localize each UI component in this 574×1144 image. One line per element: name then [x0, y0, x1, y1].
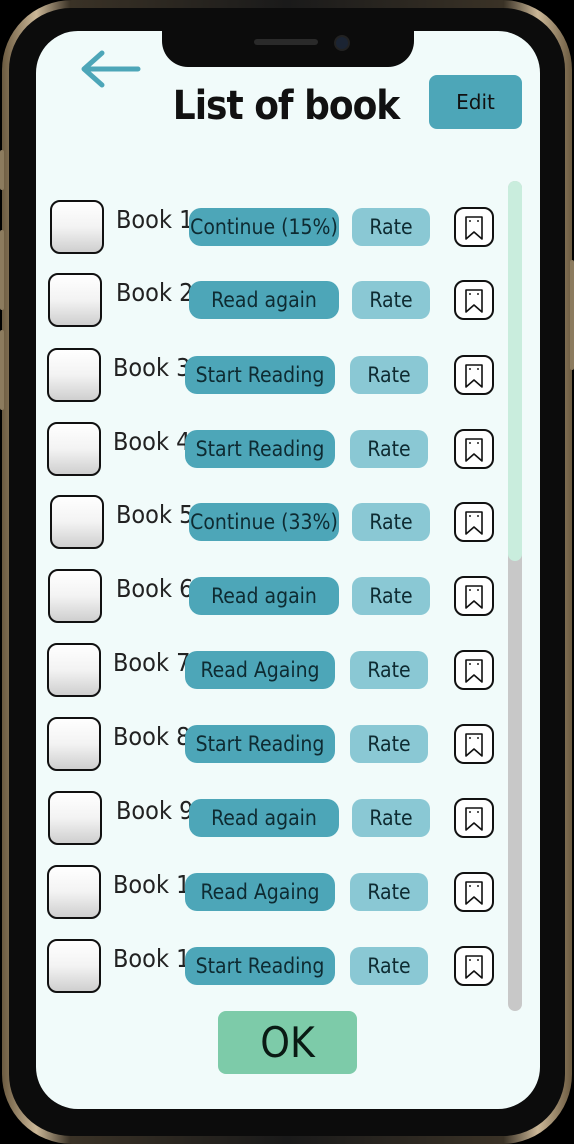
reading-action-button[interactable]: Continue (15%) — [189, 208, 339, 246]
bookmark-button[interactable] — [454, 355, 494, 395]
list-item: Book 5 Continue (33%) Rate — [36, 492, 506, 552]
bookmark-button[interactable] — [454, 429, 494, 469]
rate-button[interactable]: Rate — [350, 430, 428, 468]
edit-button[interactable]: Edit — [429, 75, 522, 129]
phone-notch — [162, 31, 414, 67]
bookmark-icon — [465, 807, 483, 831]
reading-action-button[interactable]: Continue (33%) — [189, 503, 339, 541]
list-item: Book 10 Read Againg Rate — [36, 862, 506, 922]
bookmark-button[interactable] — [454, 650, 494, 690]
reading-action-button[interactable]: Start Reading — [185, 725, 335, 763]
rate-button[interactable]: Rate — [350, 651, 428, 689]
reading-action-button[interactable]: Read again — [189, 577, 339, 615]
ok-button[interactable]: OK — [218, 1011, 357, 1074]
phone-side-button — [570, 260, 574, 370]
bookmark-button[interactable] — [454, 724, 494, 764]
bookmark-button[interactable] — [454, 207, 494, 247]
book-label: Book 4 — [113, 427, 191, 456]
bookmark-icon — [465, 733, 483, 757]
rate-button[interactable]: Rate — [352, 577, 430, 615]
bookmark-icon — [465, 216, 483, 240]
bookmark-icon — [465, 955, 483, 979]
scrollbar[interactable] — [508, 181, 522, 1011]
rate-button[interactable]: Rate — [352, 208, 430, 246]
bookmark-button[interactable] — [454, 502, 494, 542]
reading-action-button[interactable]: Start Reading — [185, 430, 335, 468]
speaker — [254, 39, 318, 45]
reading-action-button[interactable]: Read Againg — [185, 873, 335, 911]
list-item: Book 6 Read again Rate — [36, 566, 506, 626]
reading-action-button[interactable]: Read again — [189, 281, 339, 319]
list-item: Book 9 Read again Rate — [36, 788, 506, 848]
bookmark-button[interactable] — [454, 280, 494, 320]
front-camera — [334, 35, 350, 51]
book-label: Book 9 — [116, 796, 194, 825]
bookmark-button[interactable] — [454, 576, 494, 616]
book-checkbox[interactable] — [48, 791, 102, 845]
rate-button[interactable]: Rate — [350, 873, 428, 911]
app-screen: List of book Edit Book 1 Continue (15%) Ra… — [36, 31, 540, 1109]
book-checkbox[interactable] — [48, 569, 102, 623]
list-item: Book 4 Start Reading Rate — [36, 419, 506, 479]
reading-action-button[interactable]: Read Againg — [185, 651, 335, 689]
book-checkbox[interactable] — [47, 422, 101, 476]
list-item: Book 11 Start Reading Rate — [36, 936, 506, 996]
book-label: Book 3 — [113, 353, 191, 382]
phone-side-button — [0, 330, 4, 410]
book-checkbox[interactable] — [47, 865, 101, 919]
reading-action-button[interactable]: Start Reading — [185, 356, 335, 394]
list-item: Book 3 Start Reading Rate — [36, 345, 506, 405]
book-label: Book 2 — [116, 278, 194, 307]
book-label: Book 8 — [113, 722, 191, 751]
book-label: Book 6 — [116, 574, 194, 603]
book-checkbox[interactable] — [47, 643, 101, 697]
book-checkbox[interactable] — [47, 939, 101, 993]
rate-button[interactable]: Rate — [350, 725, 428, 763]
bookmark-icon — [465, 289, 483, 313]
book-checkbox[interactable] — [47, 717, 101, 771]
phone-side-button — [0, 150, 4, 190]
scrollbar-thumb[interactable] — [508, 181, 522, 561]
bookmark-button[interactable] — [454, 872, 494, 912]
book-checkbox[interactable] — [48, 273, 102, 327]
rate-button[interactable]: Rate — [350, 947, 428, 985]
rate-button[interactable]: Rate — [352, 281, 430, 319]
reading-action-button[interactable]: Start Reading — [185, 947, 335, 985]
bookmark-icon — [465, 881, 483, 905]
list-item: Book 8 Start Reading Rate — [36, 714, 506, 774]
rate-button[interactable]: Rate — [352, 503, 430, 541]
bookmark-button[interactable] — [454, 946, 494, 986]
reading-action-button[interactable]: Read again — [189, 799, 339, 837]
book-label: Book 5 — [116, 500, 194, 529]
bookmark-icon — [465, 364, 483, 388]
bookmark-icon — [465, 585, 483, 609]
bookmark-icon — [465, 438, 483, 462]
rate-button[interactable]: Rate — [350, 356, 428, 394]
bookmark-icon — [465, 659, 483, 683]
book-checkbox[interactable] — [50, 200, 104, 254]
list-item: Book 1 Continue (15%) Rate — [36, 197, 506, 257]
book-label: Book 1 — [116, 205, 194, 234]
phone-side-button — [0, 230, 4, 310]
book-label: Book 7 — [113, 648, 191, 677]
bookmark-icon — [465, 511, 483, 535]
list-item: Book 7 Read Againg Rate — [36, 640, 506, 700]
list-item: Book 2 Read again Rate — [36, 270, 506, 330]
bookmark-button[interactable] — [454, 798, 494, 838]
rate-button[interactable]: Rate — [352, 799, 430, 837]
book-checkbox[interactable] — [47, 348, 101, 402]
book-checkbox[interactable] — [50, 495, 104, 549]
